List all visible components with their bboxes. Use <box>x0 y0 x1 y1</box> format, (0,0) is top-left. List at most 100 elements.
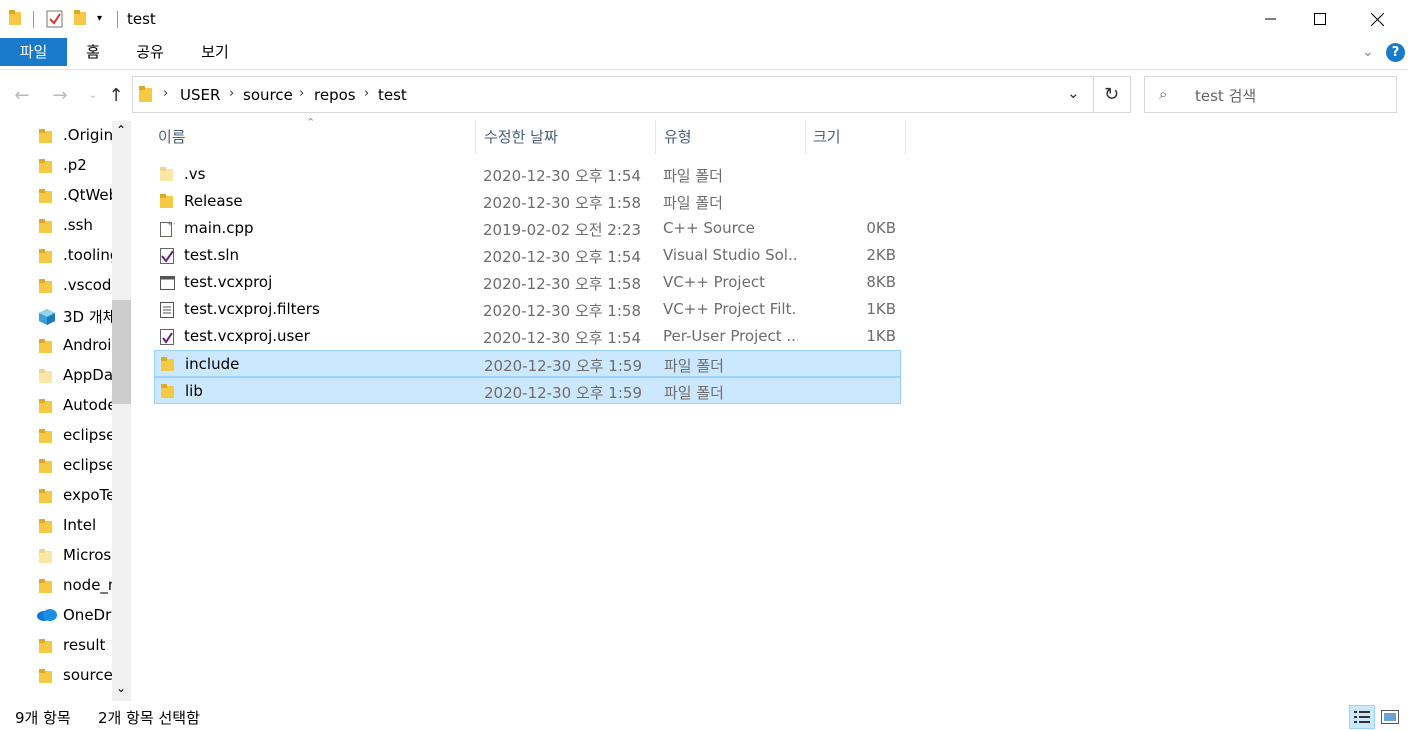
folder-icon <box>38 158 54 178</box>
folder-icon <box>38 578 54 598</box>
file-type: Visual Studio Sol... <box>663 246 798 264</box>
nav-item[interactable]: eclipse <box>0 421 112 451</box>
folder-icon <box>160 383 176 403</box>
nav-item[interactable]: .ssh <box>0 211 112 241</box>
nav-item[interactable]: source <box>0 661 112 691</box>
file-name: test.vcxproj.filters <box>184 300 320 318</box>
file-row[interactable]: include 2020-12-30 오후 1:59 파일 폴더 <box>154 350 901 377</box>
details-view-button[interactable] <box>1349 705 1375 729</box>
chevron-right-icon[interactable]: › <box>364 86 369 101</box>
address-bar[interactable]: › USER › source › repos › test ⌄ <box>132 76 1094 113</box>
column-divider[interactable] <box>905 120 906 154</box>
column-header-size[interactable]: 크기 <box>813 120 841 154</box>
file-row[interactable]: Release 2020-12-30 오후 1:58 파일 폴더 <box>154 188 901 215</box>
chevron-right-icon[interactable]: › <box>299 86 304 101</box>
nav-item[interactable]: Android <box>0 331 112 361</box>
address-dropdown-icon[interactable]: ⌄ <box>1067 84 1080 102</box>
back-arrow-icon[interactable]: ← <box>9 82 35 108</box>
nav-item[interactable]: .QtWeb <box>0 181 112 211</box>
nav-scrollbar[interactable]: ⌃ ⌄ <box>112 121 131 701</box>
column-header-date[interactable]: 수정한 날짜 <box>484 120 558 154</box>
column-header-type[interactable]: 유형 <box>664 120 692 154</box>
file-row[interactable]: test.vcxproj.user 2020-12-30 오후 1:54 Per-U… <box>154 323 901 350</box>
nav-item[interactable]: Intel <box>0 511 112 541</box>
scroll-down-icon[interactable]: ⌄ <box>116 681 126 695</box>
vcxproj-file-icon <box>159 274 177 296</box>
title-bar: ▾ test <box>0 0 1408 38</box>
file-row[interactable]: ++ main.cpp 2019-02-02 오전 2:23 C++ Source 0K… <box>154 215 901 242</box>
file-row[interactable]: test.sln 2020-12-30 오후 1:54 Visual Studio … <box>154 242 901 269</box>
nav-item[interactable]: 3D 개체 <box>0 301 112 331</box>
file-row[interactable]: test.vcxproj.filters 2020-12-30 오후 1:58 VC… <box>154 296 901 323</box>
folder-hidden-icon <box>38 368 54 388</box>
file-row[interactable]: .vs 2020-12-30 오후 1:54 파일 폴더 <box>154 161 901 188</box>
nav-scroll-thumb[interactable] <box>112 300 131 404</box>
file-date: 2020-12-30 오후 1:54 <box>483 248 641 266</box>
details-view-icon <box>1354 711 1370 723</box>
tab-view[interactable]: 보기 <box>195 38 235 66</box>
nav-item-label: result <box>63 636 106 654</box>
breadcrumb-user[interactable]: USER <box>180 86 220 104</box>
nav-item-label: Microsoft <box>63 546 112 564</box>
nav-item[interactable]: .tooling <box>0 241 112 271</box>
file-name: .vs <box>184 165 206 183</box>
nav-item-label: .ssh <box>63 216 93 234</box>
minimize-button[interactable] <box>1248 0 1294 38</box>
folder-icon <box>159 193 175 213</box>
breadcrumb-test[interactable]: test <box>378 86 407 104</box>
scroll-up-icon[interactable]: ⌃ <box>116 123 126 137</box>
file-row[interactable]: test.vcxproj 2020-12-30 오후 1:58 VC++ Proje… <box>154 269 901 296</box>
folder-icon <box>38 458 54 478</box>
column-divider[interactable] <box>475 120 476 154</box>
new-folder-icon[interactable] <box>74 10 88 30</box>
file-name: test.vcxproj.user <box>184 327 310 345</box>
folder-icon <box>38 248 54 268</box>
folder-icon <box>38 428 54 448</box>
tab-file[interactable]: 파일 <box>0 38 67 66</box>
search-box[interactable]: ⌕ test 검색 <box>1144 76 1397 113</box>
nav-item[interactable]: OneDrive <box>0 601 112 631</box>
nav-item[interactable]: node_m <box>0 571 112 601</box>
up-arrow-icon[interactable]: ↑ <box>103 82 129 108</box>
file-type: Per-User Project ... <box>663 327 798 345</box>
folder-icon <box>38 518 54 538</box>
nav-item[interactable]: .vscode <box>0 271 112 301</box>
ribbon-tabs: 파일 홈 공유 보기 ⌄ ? <box>0 38 1408 70</box>
forward-arrow-icon[interactable]: → <box>47 82 73 108</box>
nav-item[interactable]: Microsoft <box>0 541 112 571</box>
nav-item[interactable]: result <box>0 631 112 661</box>
search-input[interactable]: test 검색 <box>1195 85 1256 106</box>
close-button[interactable] <box>1354 0 1400 38</box>
large-icons-view-button[interactable] <box>1377 705 1403 729</box>
breadcrumb-source[interactable]: source <box>243 86 293 104</box>
refresh-button[interactable]: ↻ <box>1093 76 1131 113</box>
help-icon[interactable]: ? <box>1386 43 1405 62</box>
nav-item[interactable]: .p2 <box>0 151 112 181</box>
properties-icon[interactable] <box>46 10 64 32</box>
column-divider[interactable] <box>805 120 806 154</box>
tab-share[interactable]: 공유 <box>130 38 170 66</box>
cpp-file-icon: ++ <box>159 220 179 242</box>
customize-toolbar-icon[interactable]: ▾ <box>97 13 102 24</box>
chevron-right-icon[interactable]: › <box>229 86 234 101</box>
nav-item-label: node_m <box>63 576 112 594</box>
file-name: main.cpp <box>184 219 254 237</box>
file-name: Release <box>184 192 243 210</box>
column-header-name[interactable]: 이름 <box>158 120 186 154</box>
column-divider[interactable] <box>655 120 656 154</box>
nav-item[interactable]: expoTe <box>0 481 112 511</box>
file-row[interactable]: lib 2020-12-30 오후 1:59 파일 폴더 <box>154 377 901 404</box>
nav-item[interactable]: Autodesk <box>0 391 112 421</box>
expand-ribbon-icon[interactable]: ⌄ <box>1362 44 1374 60</box>
nav-item[interactable]: .Origin <box>0 121 112 151</box>
tab-home[interactable]: 홈 <box>78 38 108 66</box>
nav-item[interactable]: AppData <box>0 361 112 391</box>
chevron-right-icon[interactable]: › <box>163 86 168 101</box>
file-size: 1KB <box>866 327 896 345</box>
folder-hidden-icon <box>159 166 175 186</box>
nav-item[interactable]: eclipse <box>0 451 112 481</box>
folder-icon <box>38 278 54 298</box>
maximize-button[interactable] <box>1297 0 1343 38</box>
folder-icon <box>38 218 54 238</box>
breadcrumb-repos[interactable]: repos <box>314 86 356 104</box>
